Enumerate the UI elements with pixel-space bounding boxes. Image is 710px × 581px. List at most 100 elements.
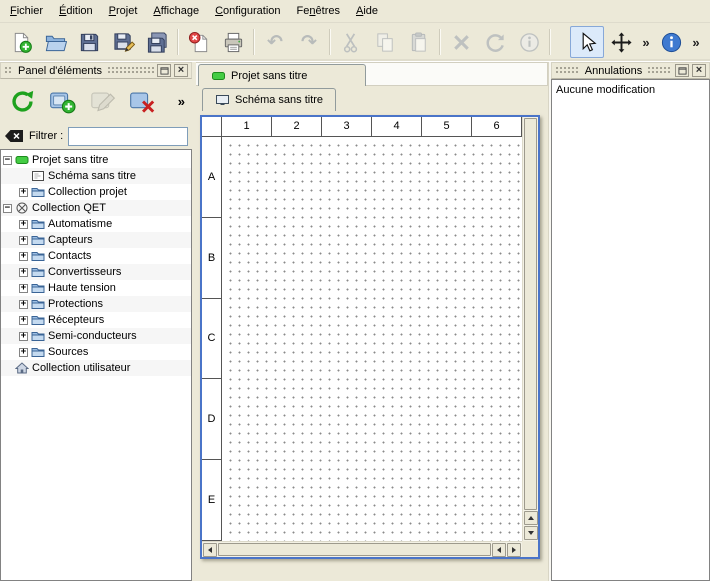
redo-button: ↷: [292, 26, 326, 58]
horizontal-scrollbar-thumb[interactable]: [218, 543, 491, 556]
undo-list-item[interactable]: Aucune modification: [552, 81, 709, 98]
menu-affichage[interactable]: Affichage: [145, 0, 207, 22]
floppy-icon: [78, 31, 101, 54]
scroll-left-button-2[interactable]: [492, 543, 506, 557]
dock-grip[interactable]: [4, 66, 13, 75]
horizontal-scrollbar[interactable]: [202, 541, 522, 557]
dock-grip[interactable]: [647, 66, 672, 75]
open-project-button[interactable]: [38, 26, 72, 58]
tree-item-recepteurs[interactable]: +Récepteurs: [1, 312, 191, 328]
new-element-button[interactable]: [44, 83, 80, 119]
tree-item-collection-utilisateur[interactable]: Collection utilisateur: [1, 360, 191, 376]
folder-icon: [31, 314, 45, 326]
folder-icon: [31, 298, 45, 310]
tab-projet-sans-titre[interactable]: Projet sans titre: [198, 64, 366, 87]
folder-icon: [31, 282, 45, 294]
vertical-scrollbar[interactable]: [522, 117, 538, 541]
chevron-icon: »: [642, 36, 649, 49]
reload-collections-button[interactable]: [4, 83, 40, 119]
tab-schema-sans-titre[interactable]: Schéma sans titre: [202, 88, 336, 111]
save-all-button[interactable]: [140, 26, 174, 58]
expander-minus-icon[interactable]: −: [3, 204, 12, 213]
tree-item-sources[interactable]: +Sources: [1, 344, 191, 360]
tree-item-protections[interactable]: + Protections: [1, 296, 191, 312]
menu-fenetres[interactable]: Fenêtres: [289, 0, 348, 22]
tree-item-contacts[interactable]: +Contacts: [1, 248, 191, 264]
column-ruler: 123456: [222, 117, 522, 137]
ruler-row-D: D: [202, 379, 221, 460]
print-button[interactable]: [216, 26, 250, 58]
close-button[interactable]: ×: [692, 64, 706, 77]
expander-plus-icon[interactable]: +: [19, 268, 28, 277]
select-mode-button[interactable]: [570, 26, 604, 58]
tree-item-label: Protections: [48, 298, 103, 310]
scroll-right-button[interactable]: [507, 543, 521, 557]
menu-configuration[interactable]: Configuration: [207, 0, 288, 22]
clear-filter-button[interactable]: [4, 129, 24, 143]
tree-item-label: Projet sans titre: [32, 154, 108, 166]
toolbar-overflow-2-button[interactable]: »: [688, 26, 704, 58]
expander-plus-icon[interactable]: +: [19, 284, 28, 293]
expander-plus-icon[interactable]: +: [19, 220, 28, 229]
filter-input[interactable]: [68, 127, 188, 146]
project-icon: [211, 70, 226, 82]
expander-plus-icon[interactable]: +: [19, 252, 28, 261]
expander-plus-icon[interactable]: +: [19, 188, 28, 197]
schema-icon: [31, 170, 45, 182]
menu-edition[interactable]: Édition: [51, 0, 101, 22]
elements-panel-header: Panel d'éléments ×: [0, 62, 192, 79]
panel-toolbar-overflow[interactable]: »: [175, 94, 188, 109]
close-project-button[interactable]: [182, 26, 216, 58]
toolbar-separator: [439, 29, 441, 55]
about-button[interactable]: [654, 26, 688, 58]
float-button[interactable]: [675, 64, 689, 77]
undo-icon: ↶: [267, 33, 283, 52]
delete-button: [444, 26, 478, 58]
pan-mode-button[interactable]: [604, 26, 638, 58]
save-as-button[interactable]: [106, 26, 140, 58]
tree-item-projet-sans-titre[interactable]: − Projet sans titre: [1, 152, 191, 168]
undo-panel: Annulations × Aucune modification: [551, 62, 710, 581]
workspace: Projet sans titre Schéma sans titre 1234…: [196, 62, 548, 581]
cut-icon: [340, 31, 363, 54]
element-new-icon: [49, 88, 76, 115]
scroll-up-button[interactable]: [524, 511, 538, 525]
menu-fichier[interactable]: Fichier: [2, 0, 51, 22]
toolbar-separator: [549, 29, 551, 55]
expander-plus-icon[interactable]: +: [19, 300, 28, 309]
tree-item-collection-qet[interactable]: −Collection QET: [1, 200, 191, 216]
expander-plus-icon[interactable]: +: [19, 348, 28, 357]
chevron-icon: »: [692, 36, 699, 49]
schema-tab-label: Schéma sans titre: [235, 94, 323, 106]
scroll-down-button[interactable]: [524, 526, 538, 540]
tree-item-convertisseurs[interactable]: +Convertisseurs: [1, 264, 191, 280]
menu-projet[interactable]: Projet: [101, 0, 146, 22]
dock-grip[interactable]: [555, 66, 580, 75]
dock-grip[interactable]: [107, 66, 154, 75]
toolbar-overflow-1-button[interactable]: »: [638, 26, 654, 58]
tree-item-haute-tension[interactable]: +Haute tension: [1, 280, 191, 296]
float-button[interactable]: [157, 64, 171, 77]
folder-icon: [31, 234, 45, 246]
delete-element-button[interactable]: [124, 83, 160, 119]
expander-plus-icon[interactable]: +: [19, 236, 28, 245]
scroll-left-button[interactable]: [203, 543, 217, 557]
toolbar-separator: [253, 29, 255, 55]
tree-item-semi-conducteurs[interactable]: +Semi-conducteurs: [1, 328, 191, 344]
close-button[interactable]: ×: [174, 64, 188, 77]
vertical-scrollbar-thumb[interactable]: [524, 118, 537, 510]
expander-plus-icon[interactable]: +: [19, 316, 28, 325]
save-button[interactable]: [72, 26, 106, 58]
tree-item-capteurs[interactable]: +Capteurs: [1, 232, 191, 248]
tree-item-collection-projet[interactable]: +Collection projet: [1, 184, 191, 200]
tree-item-automatisme[interactable]: +Automatisme: [1, 216, 191, 232]
tree-item-schema-sans-titre[interactable]: Schéma sans titre: [1, 168, 191, 184]
menu-aide[interactable]: Aide: [348, 0, 386, 22]
expander-plus-icon[interactable]: +: [19, 332, 28, 341]
new-project-button[interactable]: [4, 26, 38, 58]
schema-canvas[interactable]: [223, 138, 522, 541]
expander-minus-icon[interactable]: −: [3, 156, 12, 165]
project-icon: [15, 154, 29, 166]
ruler-row-C: C: [202, 299, 221, 380]
filter-row: Filtrer :: [0, 123, 192, 149]
